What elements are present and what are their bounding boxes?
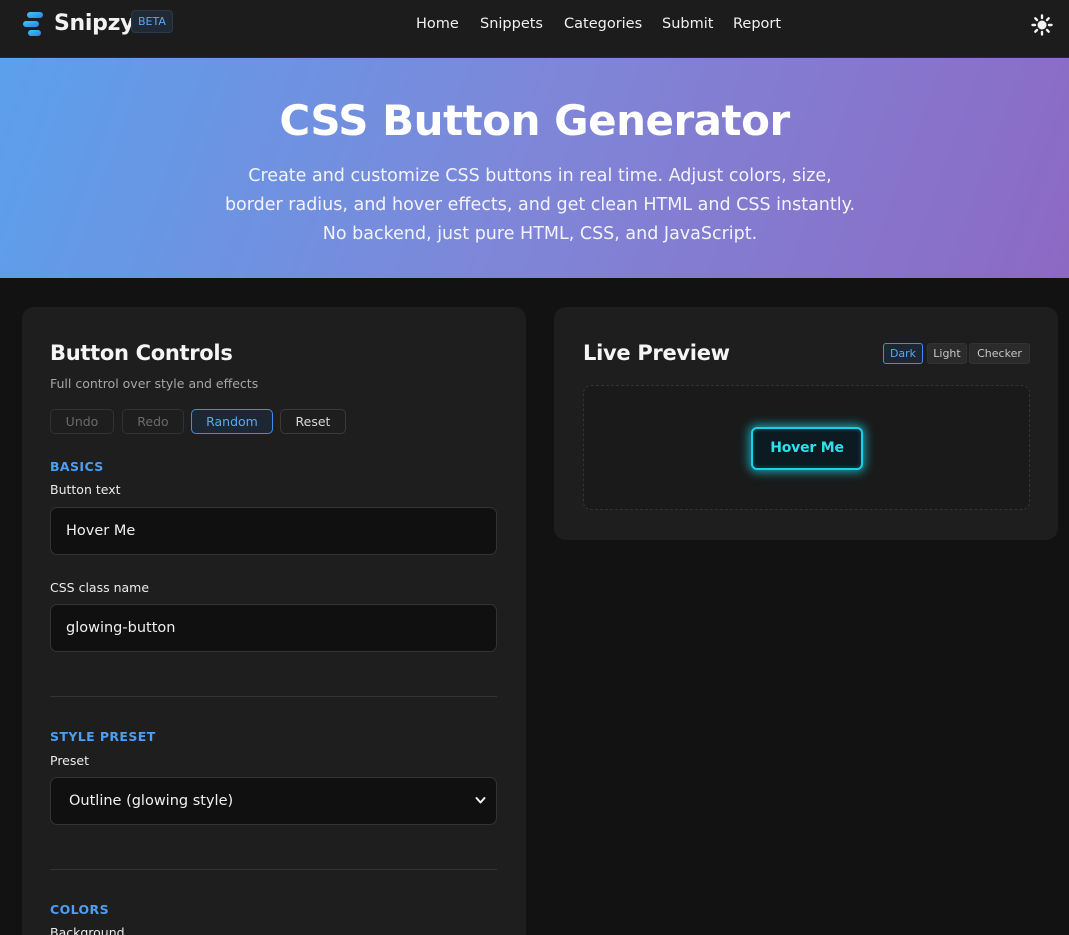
hero-banner: CSS Button Generator Create and customiz… xyxy=(0,58,1069,278)
button-text-input[interactable]: Hover Me xyxy=(50,507,497,555)
button-controls-panel: Button Controls Full control over style … xyxy=(22,307,526,935)
reset-button[interactable]: Reset xyxy=(280,409,346,434)
preset-select[interactable]: Outline (glowing style) xyxy=(50,777,497,825)
nav-link-submit[interactable]: Submit xyxy=(662,16,713,32)
background-label: Background xyxy=(50,925,125,935)
nav-link-home[interactable]: Home xyxy=(416,16,459,32)
section-divider xyxy=(50,869,497,870)
nav-link-report[interactable]: Report xyxy=(733,16,781,32)
class-name-label: CSS class name xyxy=(50,580,150,595)
bg-toggle-light[interactable]: Light xyxy=(927,343,967,364)
section-divider xyxy=(50,696,497,697)
chevron-down-icon xyxy=(475,797,486,804)
controls-subtitle: Full control over style and effects xyxy=(50,376,259,391)
class-name-input[interactable]: glowing-button xyxy=(50,604,497,652)
basics-heading: BASICS xyxy=(50,459,104,474)
undo-button[interactable]: Undo xyxy=(50,409,114,434)
navbar: Snipzy BETA Home Snippets Categories Sub… xyxy=(0,0,1069,58)
button-text-label: Button text xyxy=(50,482,121,497)
preset-label: Preset xyxy=(50,753,89,768)
preview-stage: Hover Me xyxy=(583,385,1030,510)
bg-toggle-dark[interactable]: Dark xyxy=(883,343,923,364)
preset-selected-value: Outline (glowing style) xyxy=(69,793,234,809)
colors-heading: COLORS xyxy=(50,902,109,917)
page-title: CSS Button Generator xyxy=(279,96,790,145)
preview-button[interactable]: Hover Me xyxy=(751,427,863,470)
live-preview-panel: Live Preview Dark Light Checker Hover Me xyxy=(554,307,1058,540)
main-nav: Home Snippets Categories Submit Report xyxy=(0,16,1069,36)
redo-button[interactable]: Redo xyxy=(122,409,184,434)
nav-link-snippets[interactable]: Snippets xyxy=(480,16,543,32)
hero-description: Create and customize CSS buttons in real… xyxy=(224,166,856,244)
nav-link-categories[interactable]: Categories xyxy=(564,16,642,32)
bg-toggle-checker[interactable]: Checker xyxy=(969,343,1030,364)
style-preset-heading: STYLE PRESET xyxy=(50,729,156,744)
controls-title: Button Controls xyxy=(50,341,233,365)
random-button[interactable]: Random xyxy=(191,409,273,434)
preview-title: Live Preview xyxy=(583,341,730,365)
sun-icon[interactable] xyxy=(1031,14,1053,36)
